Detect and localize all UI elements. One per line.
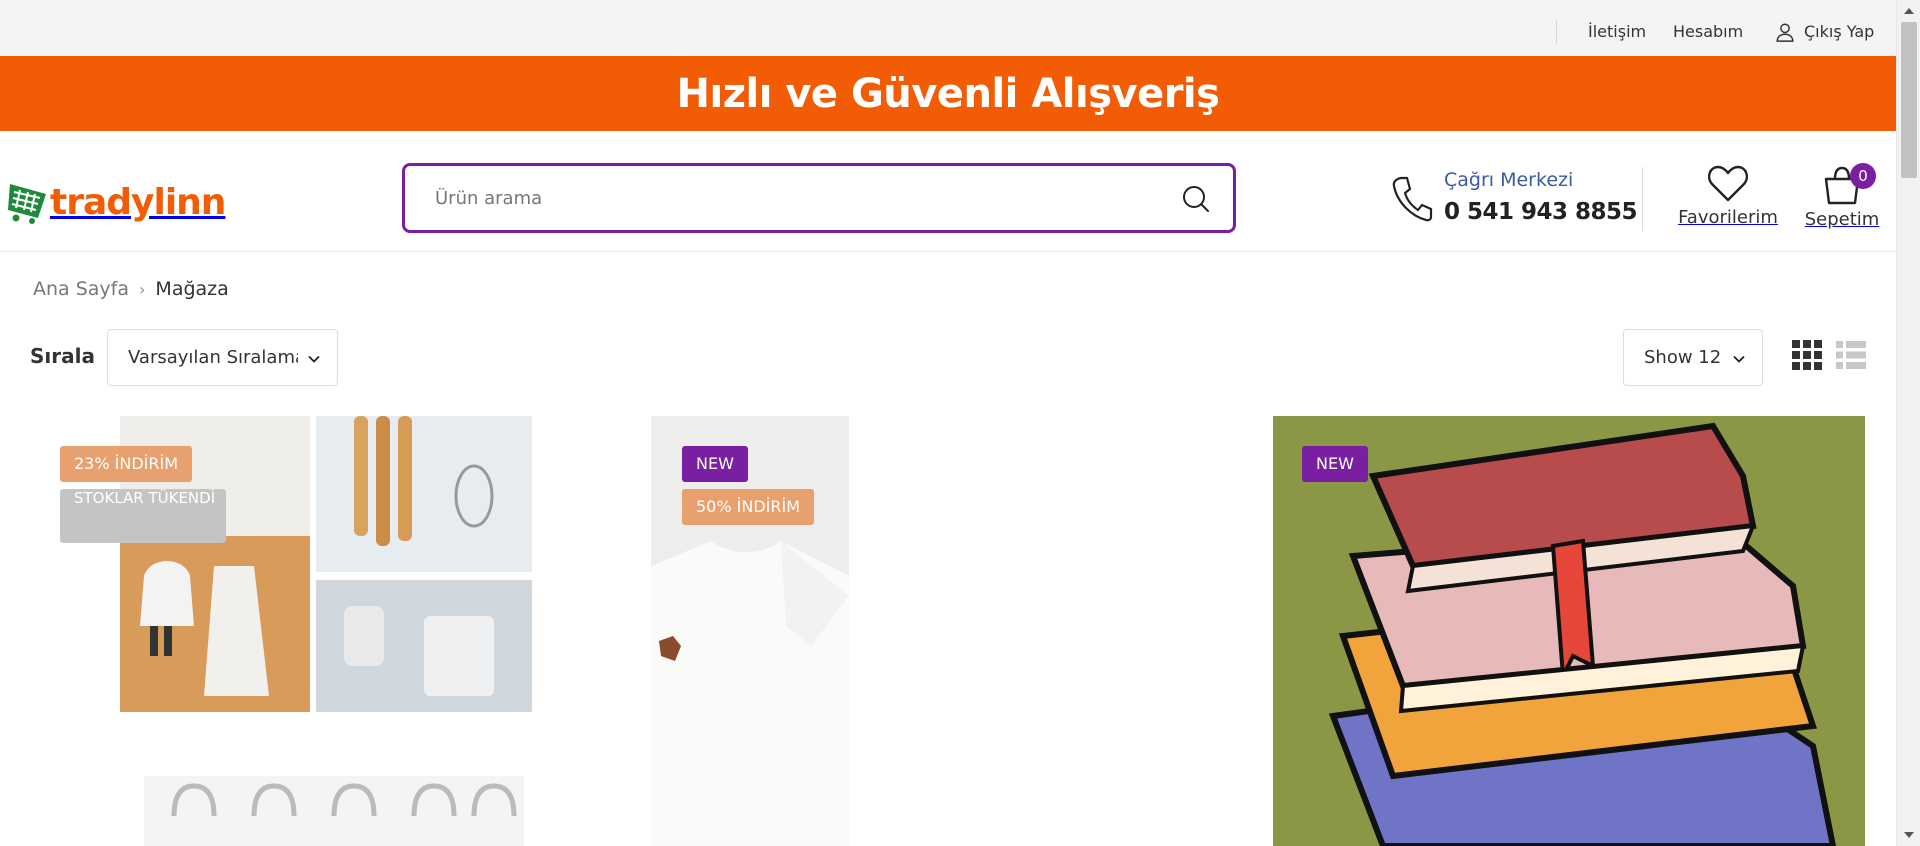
out-of-stock-badge: STOKLAR TÜKENDİ (60, 489, 226, 543)
cart-button[interactable]: 0 Sepetim (1800, 163, 1884, 230)
logout-label: Çıkış Yap (1804, 22, 1875, 41)
breadcrumb-current: Mağaza (155, 278, 229, 300)
page-scrollbar[interactable] (1896, 0, 1920, 846)
header-divider (1642, 167, 1643, 231)
top-bar: İletişim Hesabım Çıkış Yap (0, 0, 1896, 56)
chevron-down-icon (308, 355, 320, 363)
product-card[interactable]: NEW 50% İNDİRİM (651, 416, 849, 846)
grid-view-icon[interactable] (1792, 340, 1822, 370)
phone-icon (1392, 176, 1433, 222)
product-card[interactable]: 23% İNDİRİM STOKLAR TÜKENDİ (54, 416, 568, 846)
account-link[interactable]: Hesabım (1673, 20, 1743, 44)
favorites-label: Favorilerim (1678, 207, 1778, 228)
scroll-up-arrow-icon[interactable] (1904, 8, 1914, 14)
scroll-down-arrow-icon[interactable] (1904, 832, 1914, 838)
sort-select[interactable]: Varsayılan Sıralama (107, 329, 338, 386)
product-card[interactable]: NEW (1273, 416, 1865, 846)
favorites-button[interactable]: Favorilerim (1678, 165, 1778, 228)
logout-link[interactable]: Çıkış Yap (1774, 20, 1874, 44)
cart-count-badge: 0 (1850, 163, 1876, 189)
discount-badge: 23% İNDİRİM (60, 446, 193, 482)
scrollbar-thumb[interactable] (1901, 22, 1917, 178)
heart-icon (1707, 165, 1749, 202)
sort-label: Sırala (30, 344, 95, 368)
new-badge: NEW (1302, 446, 1368, 482)
contact-link[interactable]: İletişim (1588, 20, 1646, 44)
main-header: tradylinn Çağrı Merkezi 0 541 943 8855 F… (0, 131, 1896, 252)
chevron-right-icon: › (139, 279, 146, 299)
search-icon[interactable] (1181, 184, 1211, 214)
discount-badge: 50% İNDİRİM (682, 489, 815, 525)
user-icon (1776, 23, 1794, 42)
show-count-value: Show 12 (1644, 347, 1722, 368)
sort-select-value: Varsayılan Sıralama (128, 347, 298, 368)
site-logo[interactable]: tradylinn (2, 180, 226, 224)
promo-banner-text: Hızlı ve Güvenli Alışveriş (676, 70, 1220, 117)
breadcrumb-home[interactable]: Ana Sayfa (33, 278, 129, 300)
top-bar-divider (1556, 20, 1557, 44)
search-input[interactable] (435, 184, 1135, 212)
call-center-label: Çağrı Merkezi (1444, 169, 1574, 191)
show-count-select[interactable]: Show 12 (1623, 329, 1763, 386)
breadcrumb: Ana Sayfa › Mağaza (33, 278, 229, 300)
search-box (402, 163, 1236, 233)
call-center-phone: 0 541 943 8855 (1444, 199, 1638, 225)
chevron-down-icon (1733, 355, 1745, 363)
logo-text: tradylinn (50, 181, 226, 223)
promo-banner: Hızlı ve Güvenli Alışveriş (0, 56, 1896, 131)
new-badge: NEW (682, 446, 748, 482)
cart-label: Sepetim (1804, 209, 1880, 230)
product-image-tshirt[interactable] (651, 416, 849, 846)
list-view-icon[interactable] (1836, 340, 1866, 370)
shopping-cart-logo-icon (8, 184, 46, 224)
